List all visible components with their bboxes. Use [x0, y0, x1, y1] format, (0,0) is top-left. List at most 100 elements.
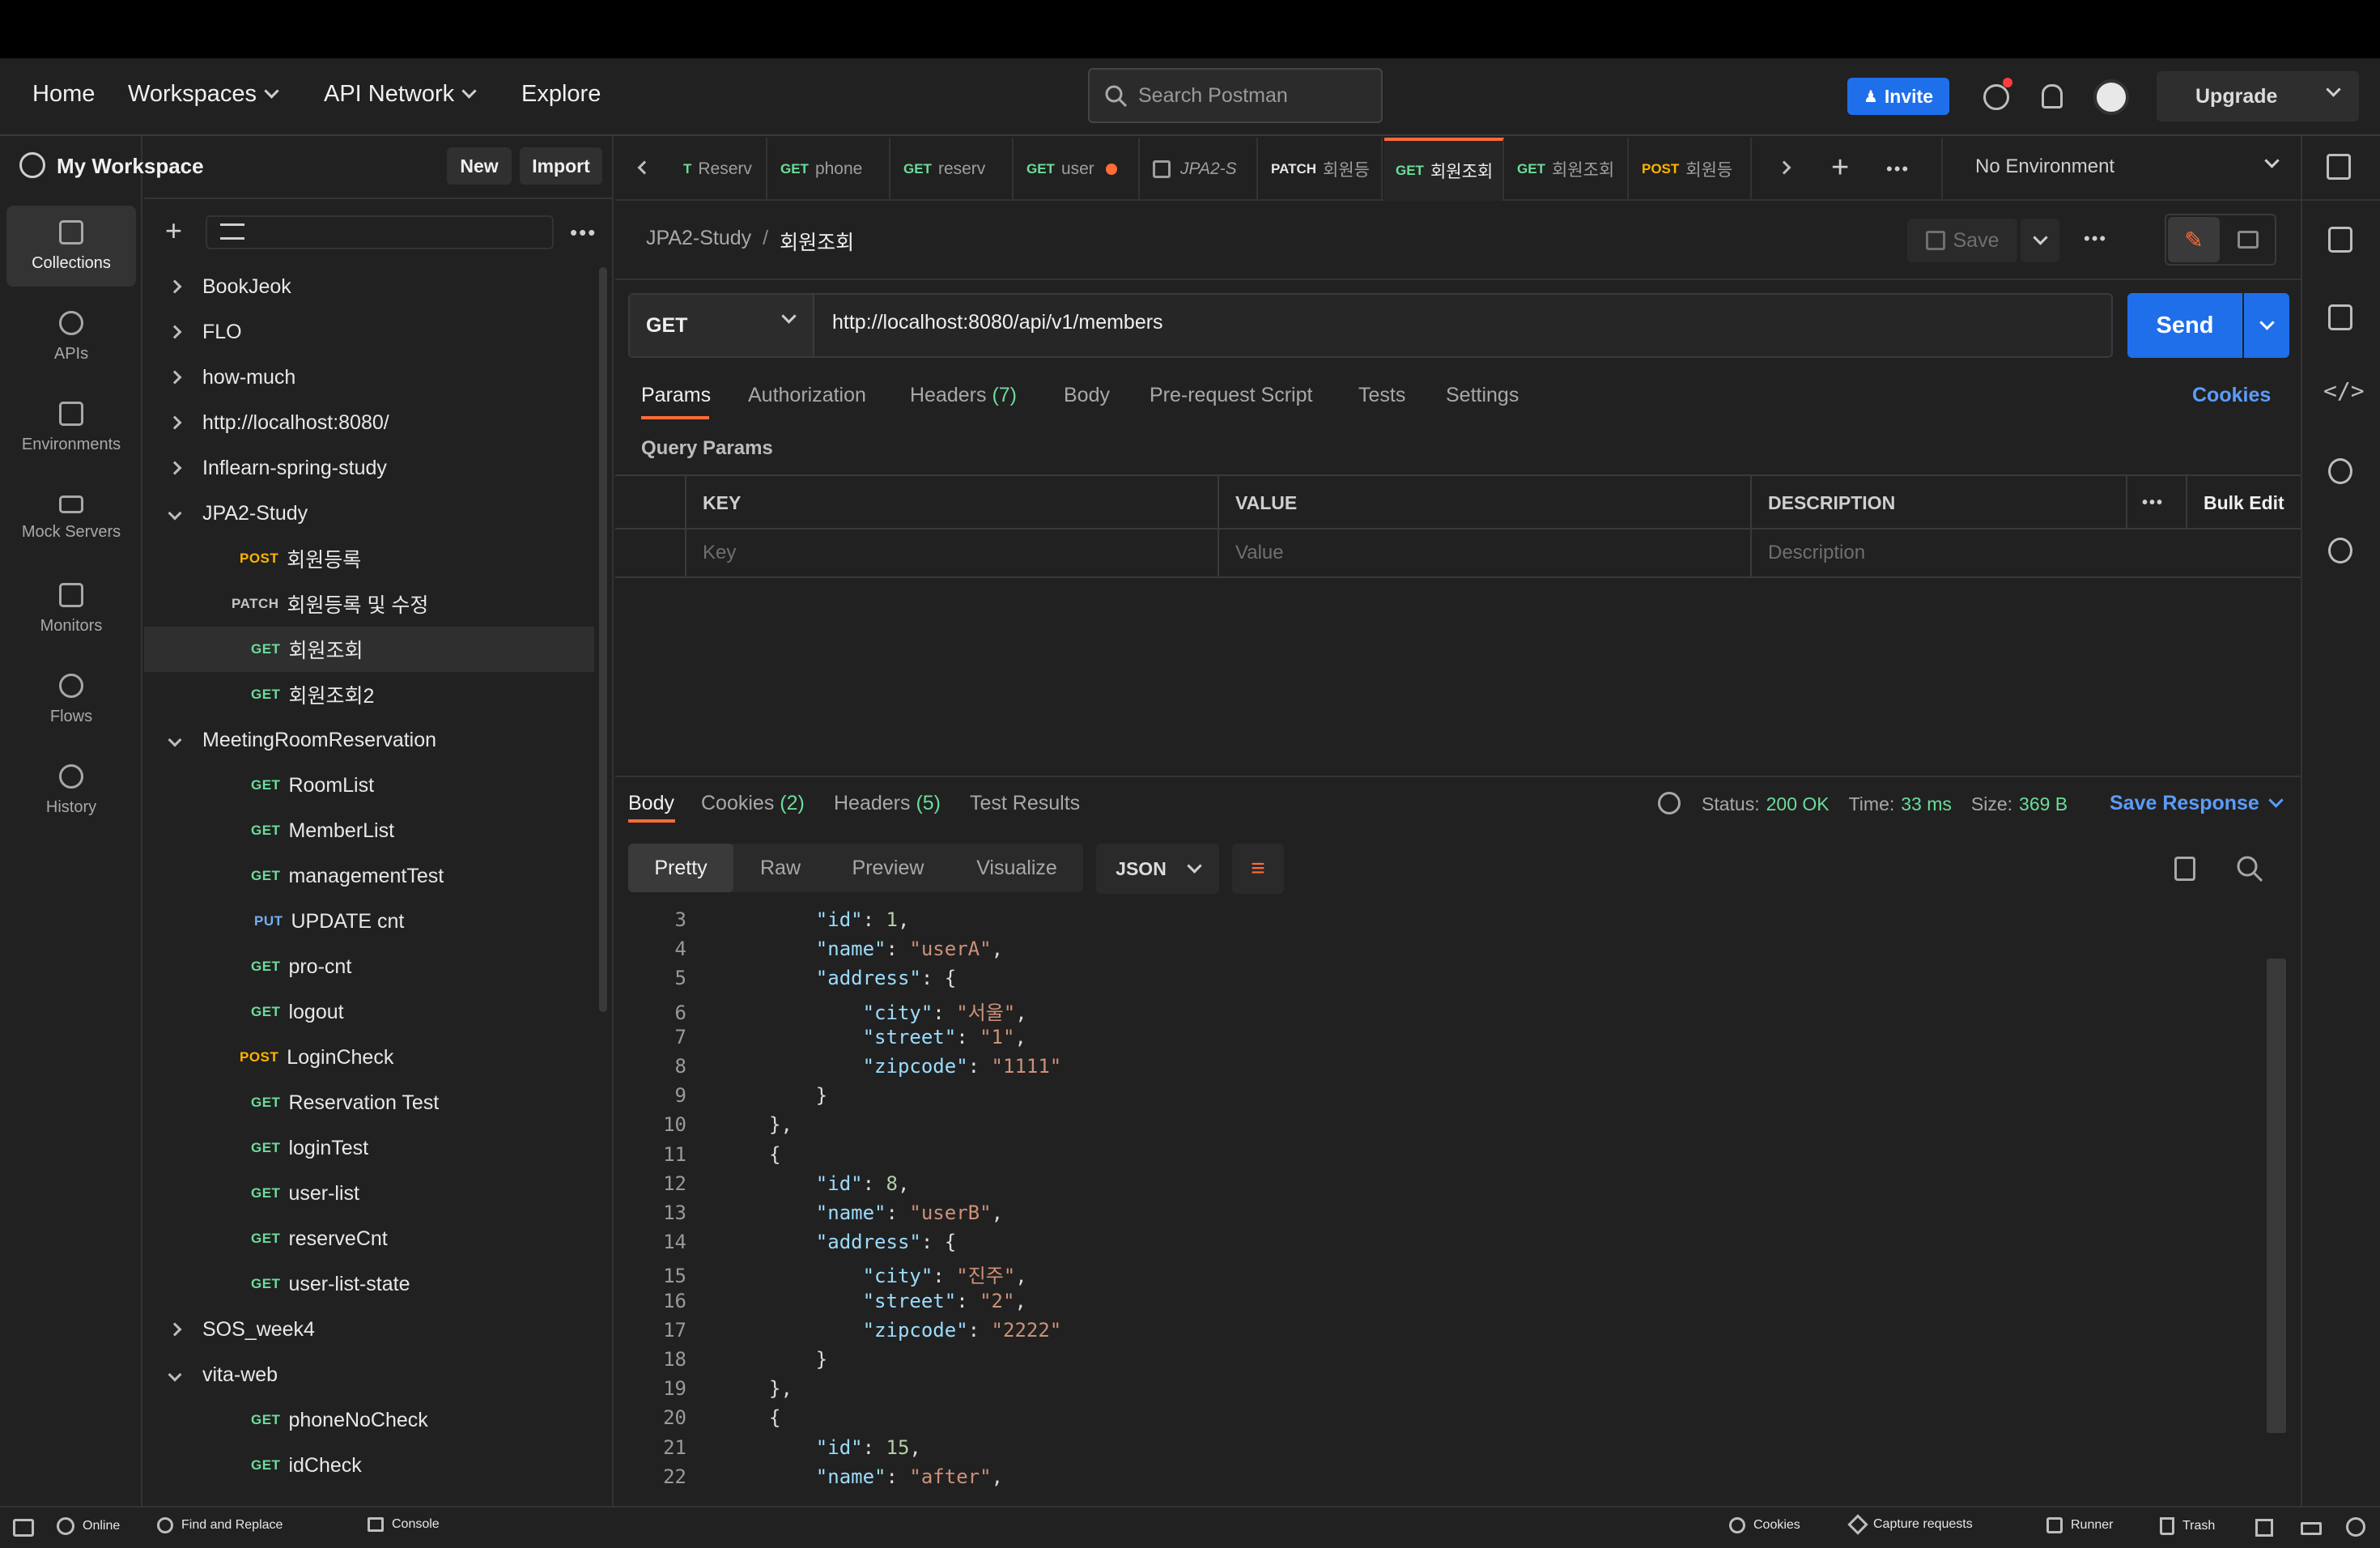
rail-mock-servers[interactable]: Mock Servers — [6, 478, 136, 559]
request-item[interactable]: GET Reservation Test — [144, 1080, 594, 1125]
request-item[interactable]: GET user-list — [144, 1171, 594, 1216]
response-tab-headers[interactable]: Headers (5) — [834, 792, 941, 815]
search-icon[interactable] — [2236, 855, 2265, 884]
request-tab[interactable]: POST 회원등 — [1630, 138, 1752, 201]
request-tab[interactable]: GET 회원조회 — [1384, 138, 1504, 201]
size-value[interactable]: 369 B — [2019, 793, 2068, 815]
toggle-sidebar-icon[interactable] — [13, 1519, 34, 1537]
add-icon[interactable]: + — [165, 216, 182, 245]
settings-gear-icon[interactable] — [1983, 84, 2009, 110]
find-replace-button[interactable]: Find and Replace — [157, 1517, 283, 1533]
wrap-lines-button[interactable]: ≡ — [1232, 844, 1284, 894]
editor-scrollbar[interactable] — [2267, 959, 2286, 1433]
help-icon[interactable] — [2346, 1517, 2365, 1537]
edit-mode-button[interactable]: ✎ — [2168, 217, 2220, 262]
view-raw[interactable]: Raw — [738, 844, 822, 892]
search-input[interactable]: Search Postman — [1088, 68, 1383, 123]
tab-authorization[interactable]: Authorization — [748, 384, 866, 407]
sidebar-scrollbar[interactable] — [599, 267, 607, 1012]
save-options-button[interactable] — [2021, 219, 2059, 262]
bootcamp-icon[interactable] — [2301, 1522, 2322, 1535]
rail-apis[interactable]: APIs — [6, 296, 136, 377]
param-key-input[interactable]: Key — [686, 529, 1219, 576]
param-value-input[interactable]: Value — [1219, 529, 1752, 576]
method-select[interactable]: GET — [630, 295, 814, 356]
request-item[interactable]: GET user-list-state — [144, 1261, 594, 1307]
chevron-right-icon[interactable] — [168, 1322, 182, 1337]
tab-pre-request-script[interactable]: Pre-request Script — [1150, 384, 1312, 407]
nav-api-network[interactable]: API Network — [324, 81, 477, 108]
request-item[interactable]: GET MemberList — [144, 808, 594, 853]
import-button[interactable]: Import — [520, 147, 602, 185]
chevron-down-icon[interactable] — [168, 506, 182, 521]
collection-search-input[interactable] — [206, 215, 554, 249]
new-tab-icon[interactable]: + — [1831, 151, 1849, 185]
request-item[interactable]: POST 회원등록 — [144, 536, 594, 581]
nav-workspaces[interactable]: Workspaces — [128, 81, 279, 108]
chevron-down-icon[interactable] — [168, 1367, 182, 1382]
tabs-scroll-left-icon[interactable] — [637, 160, 652, 176]
collection-item[interactable]: JPA2-Study — [144, 491, 594, 536]
nav-explore[interactable]: Explore — [521, 81, 601, 108]
request-item[interactable]: GET managementTest — [144, 853, 594, 899]
bulk-edit-button[interactable]: Bulk Edit — [2187, 476, 2301, 529]
request-item[interactable]: GET logout — [144, 989, 594, 1035]
comment-mode-button[interactable] — [2223, 217, 2273, 262]
chevron-right-icon[interactable] — [168, 325, 182, 339]
request-item[interactable]: GET 회원조회2 — [144, 672, 594, 717]
response-tab-test-results[interactable]: Test Results — [970, 792, 1080, 815]
response-tab-cookies[interactable]: Cookies (2) — [701, 792, 805, 815]
request-item[interactable]: GET RoomList — [144, 763, 594, 808]
request-tab[interactable]: GET 회원조회 — [1506, 138, 1629, 201]
invite-button[interactable]: ♟ Invite — [1847, 78, 1949, 115]
chevron-down-icon[interactable] — [2264, 153, 2280, 168]
request-item[interactable]: PUT UPDATE cnt — [144, 899, 594, 944]
breadcrumb-request[interactable]: 회원조회 — [780, 227, 854, 256]
request-item[interactable]: GET pro-cnt — [144, 944, 594, 989]
chevron-right-icon[interactable] — [168, 415, 182, 430]
rail-monitors[interactable]: Monitors — [6, 568, 136, 649]
send-button[interactable]: Send — [2127, 293, 2242, 358]
cookies-link[interactable]: Cookies — [2192, 384, 2271, 407]
copy-icon[interactable] — [2174, 857, 2195, 881]
request-tab[interactable]: PATCH 회원등 — [1260, 138, 1383, 201]
related-collections-icon[interactable] — [2328, 458, 2352, 484]
tab-settings[interactable]: Settings — [1446, 384, 1519, 407]
more-options-icon[interactable]: ••• — [570, 220, 597, 245]
save-button[interactable]: Save — [1907, 219, 2017, 262]
request-options-icon[interactable]: ••• — [2084, 228, 2107, 249]
tab-body[interactable]: Body — [1064, 384, 1110, 407]
bell-icon[interactable] — [2042, 84, 2063, 108]
breadcrumb-collection[interactable]: JPA2-Study — [646, 227, 751, 256]
collection-item[interactable]: vita-web — [144, 1352, 594, 1397]
tabs-scroll-right-icon[interactable] — [1777, 160, 1791, 176]
rail-environments[interactable]: Environments — [6, 387, 136, 468]
tab-tests[interactable]: Tests — [1358, 384, 1405, 407]
environment-selector[interactable]: No Environment — [1975, 155, 2114, 178]
send-options-button[interactable] — [2244, 293, 2289, 358]
param-description-input[interactable]: Description — [1752, 529, 2301, 576]
rail-history[interactable]: History — [6, 750, 136, 831]
documentation-icon[interactable] — [2328, 227, 2352, 253]
pane-divider[interactable] — [615, 776, 2301, 777]
workspace-name[interactable]: My Workspace — [57, 154, 204, 179]
chevron-right-icon[interactable] — [168, 279, 182, 294]
view-pretty[interactable]: Pretty — [628, 844, 733, 892]
view-visualize[interactable]: Visualize — [955, 844, 1078, 892]
capture-requests-button[interactable]: Capture requests — [1847, 1514, 1973, 1535]
request-tab[interactable]: JPA2-S — [1141, 138, 1258, 201]
request-item[interactable]: POST LoginCheck — [144, 1035, 594, 1080]
request-item[interactable]: GET loginTest — [144, 1125, 594, 1171]
chevron-right-icon[interactable] — [168, 461, 182, 475]
format-select[interactable]: JSON — [1096, 844, 1219, 894]
new-button[interactable]: New — [447, 147, 512, 185]
tab-headers[interactable]: Headers (7) — [910, 384, 1017, 407]
url-input[interactable]: http://localhost:8080/api/v1/members — [832, 311, 1163, 334]
status-value[interactable]: 200 OK — [1766, 793, 1830, 815]
layout-icon[interactable] — [2255, 1519, 2273, 1537]
runner-button[interactable]: Runner — [2046, 1517, 2113, 1533]
request-tab[interactable]: T Reserv — [672, 138, 767, 201]
info-icon[interactable] — [2328, 538, 2352, 563]
upgrade-button[interactable]: Upgrade — [2157, 71, 2359, 121]
request-item[interactable]: GET phoneNoCheck — [144, 1397, 594, 1443]
